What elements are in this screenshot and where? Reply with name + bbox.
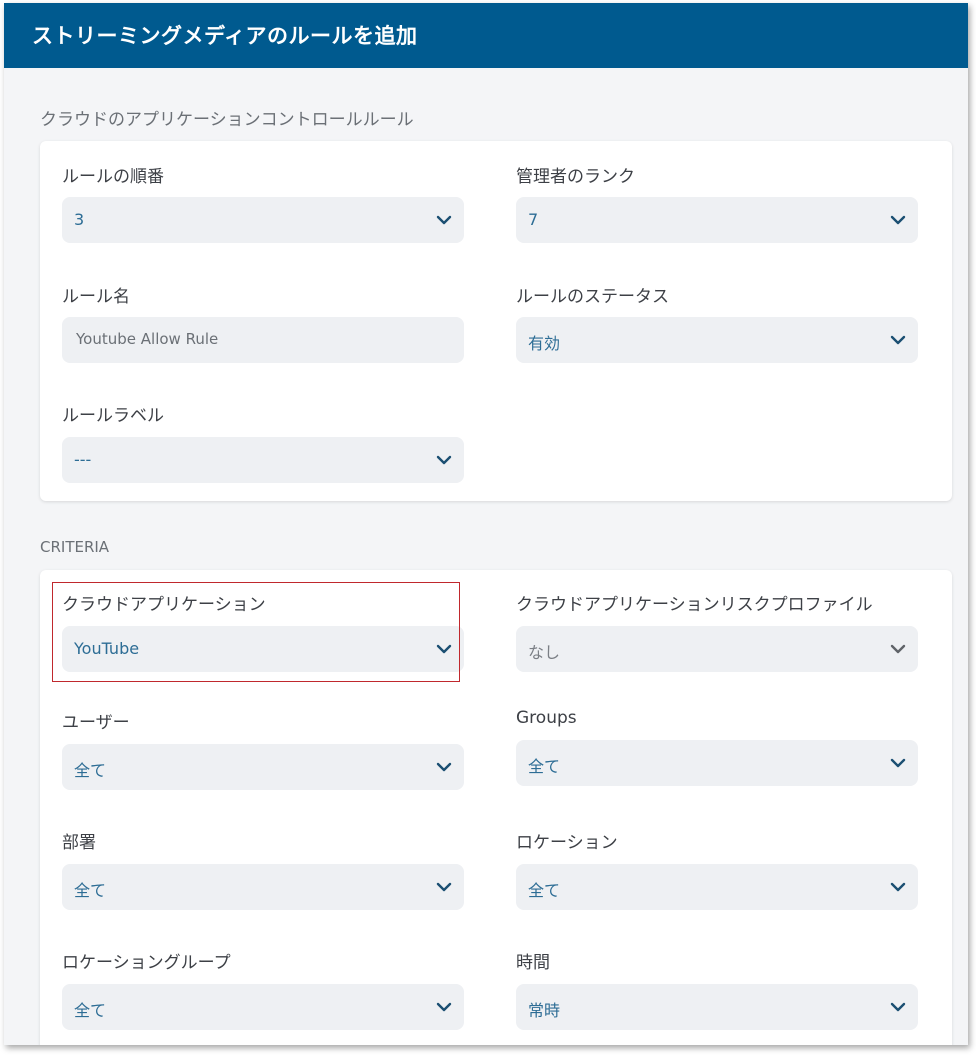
- rule-label-select[interactable]: ---: [62, 437, 464, 483]
- users-select[interactable]: 全て: [62, 744, 464, 790]
- rule-name-label: ルール名: [62, 287, 130, 307]
- location-groups-value: 全て: [74, 1001, 107, 1020]
- dialog-title: ストリーミングメディアのルールを追加: [32, 24, 418, 48]
- users-value: 全て: [74, 761, 107, 780]
- rule-order-label: ルールの順番: [62, 167, 164, 187]
- dialog-header: ストリーミングメディアのルールを追加: [4, 3, 968, 68]
- chevron-down-icon: [434, 757, 454, 777]
- rule-section-title: クラウドのアプリケーションコントロールルール: [40, 110, 414, 130]
- chevron-down-icon: [888, 997, 908, 1017]
- locations-label: ロケーション: [516, 833, 618, 853]
- add-rule-dialog: ストリーミングメディアのルールを追加 クラウドのアプリケーションコントロールルー…: [4, 3, 968, 1045]
- criteria-card: クラウドアプリケーション YouTube クラウドアプリケーションリスクプロファ…: [40, 570, 952, 1045]
- rule-status-value: 有効: [528, 334, 561, 353]
- chevron-down-icon: [888, 330, 908, 350]
- time-value: 常時: [528, 1001, 561, 1020]
- chevron-down-icon: [434, 877, 454, 897]
- criteria-section-title: CRITERIA: [40, 538, 110, 556]
- rule-label-value: ---: [74, 450, 92, 469]
- chevron-down-icon: [888, 753, 908, 773]
- departments-label: 部署: [62, 833, 96, 853]
- rule-order-select[interactable]: 3: [62, 197, 464, 243]
- rule-order-value: 3: [74, 210, 85, 229]
- rule-settings-card: ルールの順番 3 管理者のランク 7 ルール名 Youtube Allow Ru…: [40, 141, 952, 501]
- admin-rank-value: 7: [528, 210, 539, 229]
- cloud-application-label: クラウドアプリケーション: [62, 595, 266, 615]
- admin-rank-select[interactable]: 7: [516, 197, 918, 243]
- chevron-down-icon: [888, 639, 908, 659]
- chevron-down-icon: [434, 210, 454, 230]
- time-label: 時間: [516, 953, 550, 973]
- location-groups-label: ロケーショングループ: [62, 953, 231, 973]
- risk-profile-label: クラウドアプリケーションリスクプロファイル: [516, 595, 873, 615]
- users-label: ユーザー: [62, 713, 130, 733]
- rule-name-input[interactable]: Youtube Allow Rule: [62, 317, 464, 363]
- chevron-down-icon: [888, 210, 908, 230]
- risk-profile-select[interactable]: なし: [516, 626, 918, 672]
- risk-profile-value: なし: [528, 643, 561, 662]
- groups-label: Groups: [516, 708, 577, 728]
- chevron-down-icon: [434, 450, 454, 470]
- departments-value: 全て: [74, 881, 107, 900]
- locations-value: 全て: [528, 881, 561, 900]
- groups-value: 全て: [528, 757, 561, 776]
- rule-label-label: ルールラベル: [62, 406, 164, 426]
- cloud-application-select[interactable]: YouTube: [62, 626, 464, 672]
- groups-select[interactable]: 全て: [516, 740, 918, 786]
- chevron-down-icon: [888, 877, 908, 897]
- chevron-down-icon: [434, 997, 454, 1017]
- rule-status-label: ルールのステータス: [516, 287, 669, 307]
- rule-name-value: Youtube Allow Rule: [76, 330, 219, 348]
- departments-select[interactable]: 全て: [62, 864, 464, 910]
- cloud-application-value: YouTube: [74, 639, 140, 658]
- time-select[interactable]: 常時: [516, 984, 918, 1030]
- chevron-down-icon: [434, 639, 454, 659]
- locations-select[interactable]: 全て: [516, 864, 918, 910]
- location-groups-select[interactable]: 全て: [62, 984, 464, 1030]
- rule-status-select[interactable]: 有効: [516, 317, 918, 363]
- admin-rank-label: 管理者のランク: [516, 167, 635, 187]
